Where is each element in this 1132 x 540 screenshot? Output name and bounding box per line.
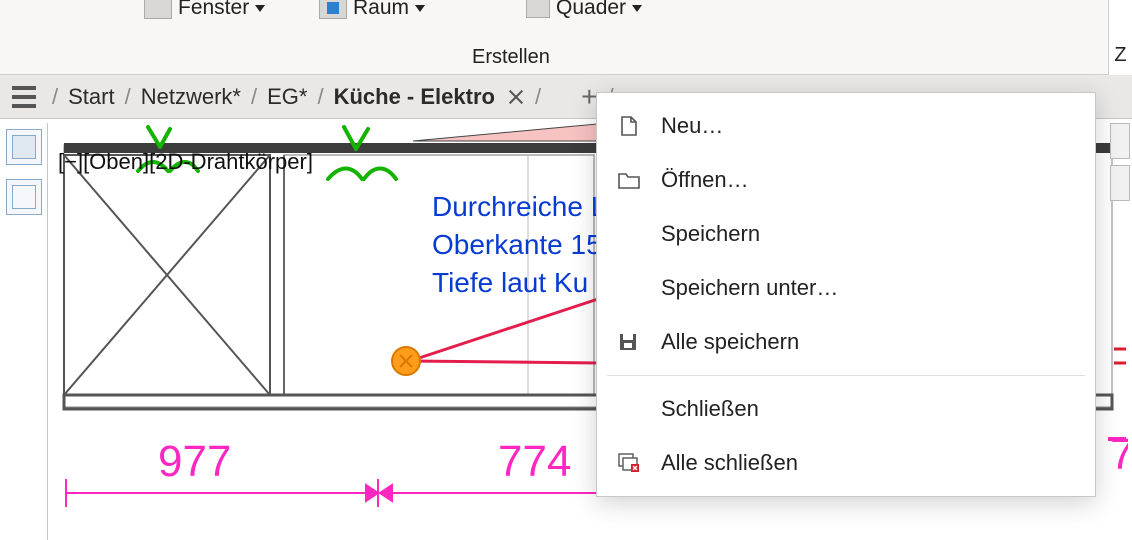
breadcrumb-eg[interactable]: EG* (267, 84, 307, 110)
ribbon: Fenster Raum Quader Erstellen Z (0, 0, 1132, 75)
chevron-down-icon (415, 5, 425, 12)
tab-add-icon[interactable]: + (581, 81, 597, 113)
window-icon (144, 0, 172, 19)
menu-alle-schliessen-label: Alle schließen (661, 450, 798, 476)
breadcrumb-sep: / (241, 84, 267, 110)
hamburger-icon[interactable] (6, 79, 42, 115)
chevron-down-icon (632, 5, 642, 12)
new-file-icon (615, 114, 643, 138)
close-all-icon (615, 451, 643, 475)
box-icon (526, 0, 550, 18)
menu-schliessen-label: Schließen (661, 396, 759, 422)
blank-icon (615, 397, 643, 421)
annotation-line2: Oberkante 15 (432, 229, 602, 261)
annotation-line3: Tiefe laut Ku (432, 267, 588, 299)
context-menu: Neu… Öffnen… Speichern Speichern unter… … (596, 92, 1096, 497)
viewport-label[interactable]: [−][Oben][2D-Drahtkörper] (58, 149, 313, 175)
menu-separator (607, 375, 1085, 376)
menu-alle-schliessen[interactable]: Alle schließen (597, 436, 1095, 490)
room-icon (319, 0, 347, 19)
blank-icon (615, 222, 643, 246)
rail-btn-mid[interactable] (6, 179, 42, 215)
menu-speichern-label: Speichern (661, 221, 760, 247)
ribbon-group-right: Z (1108, 0, 1132, 75)
ribbon-btn-raum[interactable]: Raum (315, 0, 429, 22)
breadcrumb-sep: / (42, 84, 68, 110)
menu-alle-speichern[interactable]: Alle speichern (597, 315, 1095, 369)
dimension-left: 977 (158, 437, 231, 487)
svg-text:7: 7 (1110, 430, 1128, 479)
menu-speichern-unter[interactable]: Speichern unter… (597, 261, 1095, 315)
breadcrumb-sep: / (307, 84, 333, 110)
dimension-right: 774 (498, 437, 571, 487)
breadcrumb-kueche[interactable]: Küche - Elektro (334, 84, 495, 110)
annotation-line1: Durchreiche L (432, 191, 606, 223)
menu-oeffnen[interactable]: Öffnen… (597, 153, 1095, 207)
blank-icon (615, 276, 643, 300)
menu-neu[interactable]: Neu… (597, 99, 1095, 153)
tab-close-icon[interactable] (507, 88, 525, 106)
mini-chip[interactable] (1110, 165, 1130, 201)
menu-speichern[interactable]: Speichern (597, 207, 1095, 261)
menu-neu-label: Neu… (661, 113, 723, 139)
chevron-down-icon (255, 5, 265, 12)
menu-schliessen[interactable]: Schließen (597, 382, 1095, 436)
mini-chip[interactable] (1110, 123, 1130, 159)
ribbon-label-fenster: Fenster (178, 0, 249, 20)
ribbon-btn-fenster[interactable]: Fenster (140, 0, 269, 22)
menu-speichern-unter-label: Speichern unter… (661, 275, 838, 301)
breadcrumb-sep: / (525, 84, 551, 110)
menu-alle-speichern-label: Alle speichern (661, 329, 799, 355)
left-rail (0, 123, 48, 540)
ribbon-label-quader: Quader (556, 0, 626, 20)
rail-btn-top[interactable] (6, 129, 42, 165)
menu-oeffnen-label: Öffnen… (661, 167, 749, 193)
breadcrumb-start[interactable]: Start (68, 84, 114, 110)
save-all-icon (615, 330, 643, 354)
open-folder-icon (615, 168, 643, 192)
right-mini-rail (1110, 123, 1132, 207)
ribbon-btn-quader[interactable]: Quader (522, 0, 646, 22)
ribbon-label-raum: Raum (353, 0, 409, 20)
ribbon-group-label: Erstellen (472, 46, 550, 69)
breadcrumb-netzwerk[interactable]: Netzwerk* (141, 84, 241, 110)
breadcrumb-sep: / (115, 84, 141, 110)
